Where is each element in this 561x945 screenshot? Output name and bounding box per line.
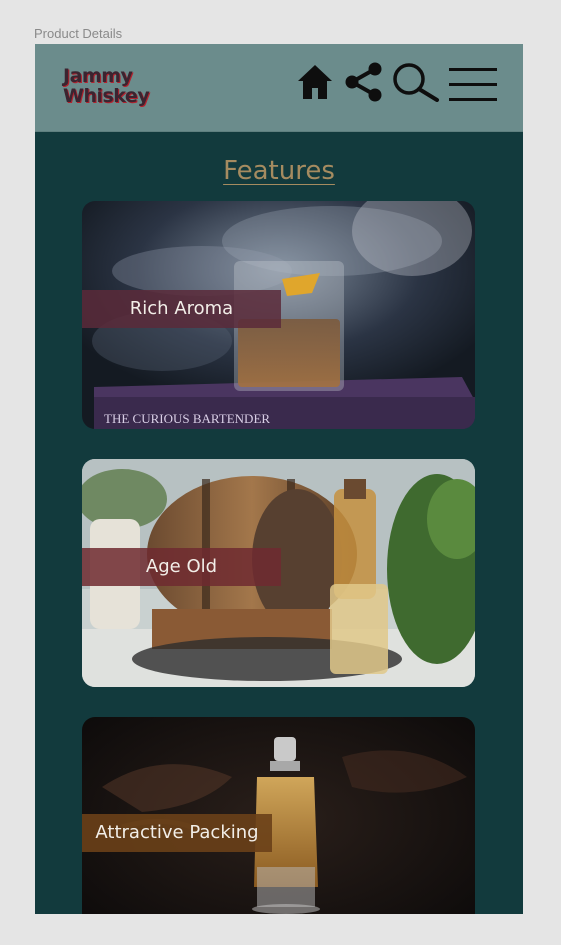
logo-line-1: Jammy [63,65,133,87]
logo-line-2: Whiskey [63,85,150,107]
top-nav-bar: Jammy Whiskey [35,44,523,132]
features-heading: Features [223,156,335,186]
search-icon[interactable] [392,62,440,102]
attractive-packing-label: Attractive Packing [82,814,272,852]
feature-card-age-old[interactable]: Age Old [82,459,475,687]
frame-label: Product Details [34,26,123,41]
rich-aroma-label: Rich Aroma [82,290,281,328]
menu-icon[interactable] [449,66,497,102]
age-old-label: Age Old [82,548,281,586]
product-details-screen: Jammy Whiskey Features THE CURIOUS BARTE… [35,44,523,914]
brand-logo[interactable]: Jammy Whiskey [63,65,150,110]
feature-card-attractive-packing[interactable]: Attractive Packing [82,717,475,914]
home-icon[interactable] [295,62,335,102]
share-icon[interactable] [344,61,384,103]
book-title-text: THE CURIOUS BARTENDER [104,411,270,426]
feature-card-rich-aroma[interactable]: THE CURIOUS BARTENDER Rich Aroma [82,201,475,429]
